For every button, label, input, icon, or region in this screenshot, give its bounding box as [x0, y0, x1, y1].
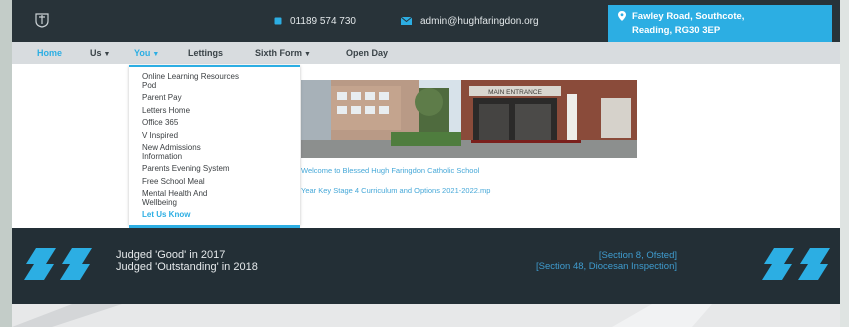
dropdown-item-v-inspired[interactable]: V Inspired	[142, 131, 300, 141]
address-box[interactable]: Fawley Road, Southcote, Reading, RG30 3E…	[608, 5, 832, 42]
nav-item-you-label: You	[134, 48, 151, 58]
open-quote-icon	[24, 248, 92, 280]
nav-item-sixth-form[interactable]: Sixth Form ▼	[255, 48, 311, 58]
browser-page: 01189 574 730 admin@hughfaringdon.org Fa…	[12, 0, 840, 327]
you-dropdown-menu: Online Learning Resources Pod Parent Pay …	[129, 65, 300, 225]
nav-item-lettings[interactable]: Lettings	[188, 48, 223, 58]
dropdown-item-letters-home[interactable]: Letters Home	[142, 106, 300, 116]
dropdown-item-let-us-know[interactable]: Let Us Know	[142, 210, 300, 220]
email-contact[interactable]: admin@hughfaringdon.org	[401, 16, 539, 27]
judged-text: Judged 'Good' in 2017 Judged 'Outstandin…	[116, 249, 258, 273]
lower-page-area	[12, 304, 840, 327]
nav-item-home[interactable]: Home	[37, 48, 62, 58]
chevron-down-icon: ▼	[103, 51, 111, 58]
inspection-quote-band: Judged 'Good' in 2017 Judged 'Outstandin…	[12, 228, 840, 304]
nav-item-open-day[interactable]: Open Day	[346, 48, 388, 58]
map-pin-icon	[618, 11, 626, 21]
top-bar: 01189 574 730 admin@hughfaringdon.org Fa…	[12, 0, 840, 42]
judged-outstanding: Judged 'Outstanding' in 2018	[116, 261, 258, 273]
school-crest-icon[interactable]	[34, 12, 50, 28]
email-address: admin@hughfaringdon.org	[420, 16, 539, 27]
dropdown-item-mental-health-l2: Wellbeing	[142, 197, 177, 207]
address-line-2: Reading, RG30 3EP	[632, 25, 721, 36]
dropdown-item-new-admissions[interactable]: New Admissions Information	[142, 143, 300, 161]
main-nav: Home Us ▼ You ▼ Lettings Sixth Form ▼ Open …	[12, 42, 840, 64]
nav-item-sixth-form-label: Sixth Form	[255, 48, 303, 58]
judged-good: Judged 'Good' in 2017	[116, 249, 226, 261]
chevron-down-icon: ▼	[304, 51, 311, 58]
dropdown-item-parents-evening[interactable]: Parents Evening System	[142, 164, 300, 174]
nav-item-us[interactable]: Us ▼	[90, 48, 110, 58]
dropdown-item-online-learning[interactable]: Online Learning Resources Pod	[142, 72, 300, 90]
phone-number: 01189 574 730	[290, 16, 356, 27]
school-entrance-photo: MAIN ENTRANCE	[301, 80, 637, 158]
nav-item-you[interactable]: You ▼	[134, 48, 159, 58]
welcome-link[interactable]: Welcome to Blessed Hugh Faringdon Cathol…	[301, 166, 479, 175]
close-quote-icon	[762, 248, 830, 280]
nav-item-us-label: Us	[90, 48, 102, 58]
dropdown-item-online-learning-l2: Pod	[142, 80, 157, 90]
curriculum-link[interactable]: Year Key Stage 4 Curriculum and Options …	[301, 186, 490, 195]
section-48-diocesan-link[interactable]: [Section 48, Diocesan Inspection]	[536, 261, 677, 272]
dropdown-item-parent-pay[interactable]: Parent Pay	[142, 93, 300, 103]
page-sheen	[12, 304, 712, 327]
envelope-icon	[401, 17, 412, 26]
section-8-ofsted-link[interactable]: [Section 8, Ofsted]	[536, 250, 677, 261]
dropdown-item-online-learning-l1: Online Learning Resources	[142, 72, 239, 81]
dropdown-item-free-school-meal[interactable]: Free School Meal	[142, 177, 300, 187]
chevron-down-icon: ▼	[152, 51, 160, 58]
dropdown-item-office-365[interactable]: Office 365	[142, 118, 300, 128]
dropdown-item-new-admissions-l2: Information	[142, 151, 183, 161]
school-entrance-illustration: MAIN ENTRANCE	[301, 80, 637, 158]
inspection-sections: [Section 8, Ofsted] [Section 48, Diocesa…	[536, 250, 677, 272]
main-entrance-sign: MAIN ENTRANCE	[488, 89, 542, 96]
phone-contact[interactable]: 01189 574 730	[274, 16, 356, 27]
address-line-1: Fawley Road, Southcote,	[632, 11, 745, 22]
dropdown-item-mental-health[interactable]: Mental Health And Wellbeing	[142, 189, 300, 207]
left-desktop-strip	[0, 0, 12, 327]
phone-icon	[274, 17, 282, 25]
right-desktop-strip	[840, 0, 849, 327]
